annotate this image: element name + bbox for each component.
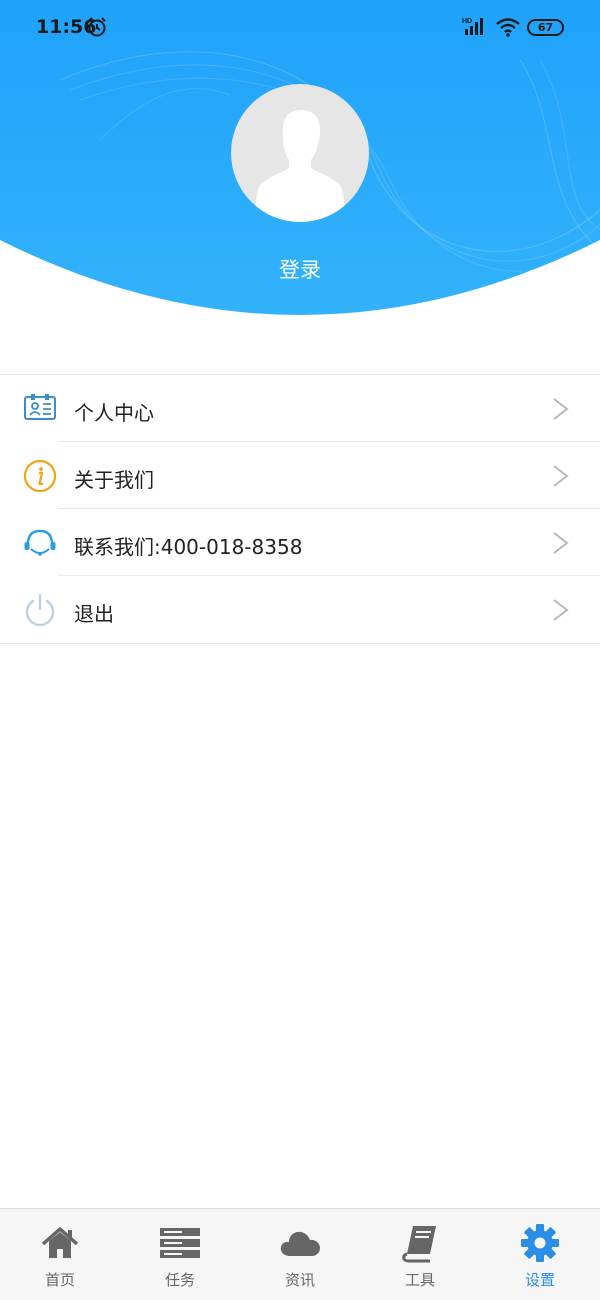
tab-label: 资讯 — [284, 1271, 315, 1289]
chevron-right-icon — [551, 598, 571, 626]
tab-label: 工具 — [404, 1271, 435, 1289]
status-bar: 11:56 HD 67 — [0, 0, 600, 56]
battery-indicator: 67 — [527, 19, 564, 36]
tab-tools[interactable]: 工具 — [360, 1209, 480, 1300]
gear-icon — [520, 1223, 560, 1263]
network-badge: HD — [462, 18, 472, 25]
profile-header: 11:56 HD 67 登录 — [0, 0, 600, 330]
wifi-icon — [495, 16, 521, 42]
signal-icon: HD — [462, 16, 488, 40]
avatar[interactable] — [231, 84, 369, 222]
menu-item-label: 个人中心 — [74, 401, 154, 425]
chevron-right-icon — [551, 531, 571, 559]
menu-item-contact-us[interactable]: 联系我们:400-018-8358 — [0, 509, 600, 576]
settings-menu: 个人中心 关于我们 联系我们:400-018-8358 退出 — [0, 374, 600, 644]
alarm-icon — [86, 16, 108, 42]
menu-item-logout[interactable]: 退出 — [0, 576, 600, 643]
id-card-icon — [22, 391, 58, 427]
login-link[interactable]: 登录 — [0, 254, 600, 284]
server-list-icon — [160, 1223, 200, 1263]
menu-item-label: 联系我们:400-018-8358 — [74, 535, 303, 559]
power-icon — [22, 592, 58, 628]
tab-news[interactable]: 资讯 — [240, 1209, 360, 1300]
menu-item-label: 退出 — [74, 602, 114, 626]
bottom-tab-bar: 首页 任务 资讯 工具 设置 — [0, 1208, 600, 1300]
menu-item-label: 关于我们 — [74, 468, 154, 492]
menu-item-about-us[interactable]: 关于我们 — [0, 442, 600, 509]
chevron-right-icon — [551, 464, 571, 492]
cloud-icon — [280, 1223, 320, 1263]
home-icon — [40, 1223, 80, 1263]
book-icon — [400, 1223, 440, 1263]
tab-label: 任务 — [164, 1271, 195, 1289]
tab-tasks[interactable]: 任务 — [120, 1209, 240, 1300]
chevron-right-icon — [551, 397, 571, 425]
info-icon — [22, 458, 58, 494]
tab-settings[interactable]: 设置 — [480, 1209, 600, 1300]
person-icon — [256, 110, 344, 222]
tab-home[interactable]: 首页 — [0, 1209, 120, 1300]
tab-label: 设置 — [524, 1271, 555, 1289]
tab-label: 首页 — [44, 1271, 75, 1289]
menu-item-personal-center[interactable]: 个人中心 — [0, 375, 600, 442]
headset-icon — [22, 525, 58, 561]
